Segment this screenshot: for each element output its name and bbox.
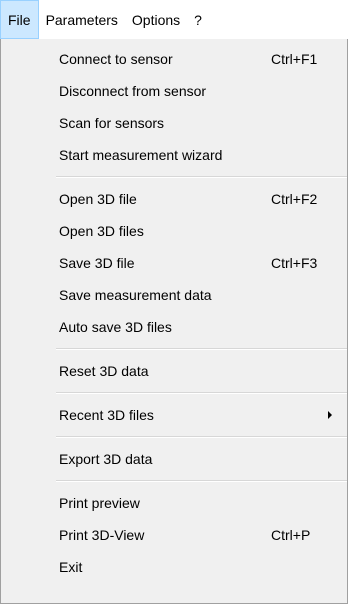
menu-item-shortcut: Ctrl+P (271, 527, 311, 543)
menu-item-shortcut: Ctrl+F2 (271, 191, 318, 207)
menu-item-disconnect-from-sensor[interactable]: Disconnect from sensor (1, 75, 347, 107)
menu-item-print-3d-view[interactable]: Print 3D-View Ctrl+P (1, 519, 347, 551)
menu-bar: File Parameters Options ? (0, 0, 355, 39)
menu-separator (56, 436, 347, 438)
menu-separator (56, 480, 347, 482)
menu-item-recent-3d-files[interactable]: Recent 3D files (1, 399, 347, 431)
menu-item-start-measurement-wizard[interactable]: Start measurement wizard (1, 139, 347, 171)
menu-item-open-3d-file[interactable]: Open 3D file Ctrl+F2 (1, 183, 347, 215)
menu-item-label: Scan for sensors (59, 115, 165, 131)
menu-item-label: Exit (59, 559, 83, 575)
menu-item-shortcut: Ctrl+F3 (271, 255, 318, 271)
menu-file[interactable]: File (0, 0, 39, 39)
menu-item-label: Print 3D-View (59, 527, 145, 543)
menu-item-shortcut: Ctrl+F1 (271, 51, 318, 67)
menu-item-save-measurement-data[interactable]: Save measurement data (1, 279, 347, 311)
menu-item-label: Connect to sensor (59, 51, 173, 67)
menu-item-label: Reset 3D data (59, 363, 149, 379)
menu-item-exit[interactable]: Exit (1, 551, 347, 583)
menu-item-label: Start measurement wizard (59, 147, 223, 163)
menu-item-print-preview[interactable]: Print preview (1, 487, 347, 519)
menu-item-label: Recent 3D files (59, 407, 154, 423)
menu-item-save-3d-file[interactable]: Save 3D file Ctrl+F3 (1, 247, 347, 279)
menu-separator (56, 392, 347, 394)
menu-item-label: Open 3D file (59, 191, 137, 207)
menu-item-label: Auto save 3D files (59, 319, 172, 335)
menu-item-open-3d-files[interactable]: Open 3D files (1, 215, 347, 247)
menu-parameters[interactable]: Parameters (39, 0, 125, 39)
file-menu-dropdown: Connect to sensor Ctrl+F1 Disconnect fro… (0, 39, 348, 604)
menu-item-label: Print preview (59, 495, 140, 511)
menu-separator (56, 348, 347, 350)
menu-help[interactable]: ? (187, 0, 209, 39)
menu-item-label: Export 3D data (59, 451, 153, 467)
chevron-right-icon (328, 411, 332, 419)
menu-item-scan-for-sensors[interactable]: Scan for sensors (1, 107, 347, 139)
menu-item-export-3d-data[interactable]: Export 3D data (1, 443, 347, 475)
menu-item-label: Open 3D files (59, 223, 144, 239)
menu-item-label: Disconnect from sensor (59, 83, 207, 99)
menu-item-label: Save 3D file (59, 255, 135, 271)
menu-item-connect-to-sensor[interactable]: Connect to sensor Ctrl+F1 (1, 43, 347, 75)
menu-item-auto-save-3d-files[interactable]: Auto save 3D files (1, 311, 347, 343)
menu-options[interactable]: Options (125, 0, 187, 39)
menu-item-reset-3d-data[interactable]: Reset 3D data (1, 355, 347, 387)
menu-separator (56, 176, 347, 178)
menu-item-label: Save measurement data (59, 287, 212, 303)
